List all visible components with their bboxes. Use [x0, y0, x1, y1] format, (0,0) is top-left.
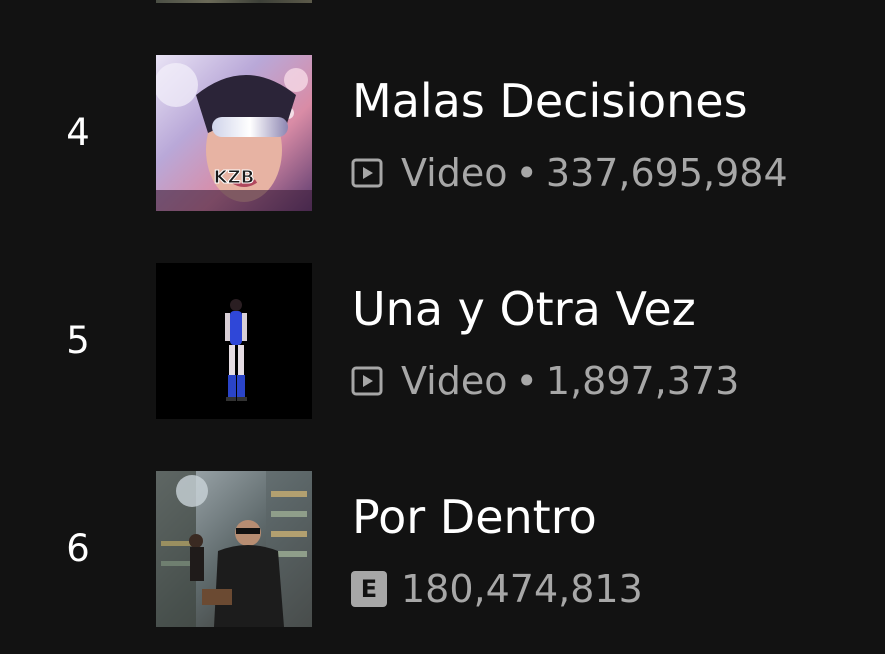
- play-count: 337,695,984: [545, 151, 788, 195]
- track-rank: 6: [66, 527, 90, 570]
- track-row-5[interactable]: 5 Una y Otra Vez Video • 1,897,373: [0, 263, 885, 419]
- track-rank: 5: [66, 319, 90, 362]
- track-row-6[interactable]: 6 Por Dentro E 180,474,813: [0, 471, 885, 627]
- track-type-label: Video: [401, 359, 508, 403]
- video-icon: [351, 366, 383, 396]
- track-row-4[interactable]: 4 KZB Malas Decisiones Video • 337,695,9…: [0, 55, 885, 211]
- previous-album-art[interactable]: [156, 0, 312, 3]
- video-icon: [351, 158, 383, 188]
- track-meta: Video • 1,897,373: [351, 359, 740, 403]
- album-art[interactable]: [156, 471, 312, 627]
- track-list: 4 KZB Malas Decisiones Video • 337,695,9…: [0, 0, 885, 654]
- track-rank: 4: [66, 111, 90, 154]
- play-count: 180,474,813: [401, 567, 643, 611]
- play-count: 1,897,373: [545, 359, 740, 403]
- album-art[interactable]: KZB: [156, 55, 312, 211]
- svg-text:KZB: KZB: [214, 167, 255, 188]
- album-art[interactable]: [156, 263, 312, 419]
- track-title[interactable]: Por Dentro: [352, 489, 597, 545]
- separator-dot: •: [515, 151, 538, 195]
- separator-dot: •: [515, 359, 538, 403]
- explicit-icon: E: [351, 571, 387, 607]
- track-meta: Video • 337,695,984: [351, 151, 788, 195]
- track-meta: E 180,474,813: [351, 567, 643, 611]
- track-title[interactable]: Una y Otra Vez: [352, 281, 696, 337]
- track-title[interactable]: Malas Decisiones: [352, 73, 748, 129]
- track-type-label: Video: [401, 151, 508, 195]
